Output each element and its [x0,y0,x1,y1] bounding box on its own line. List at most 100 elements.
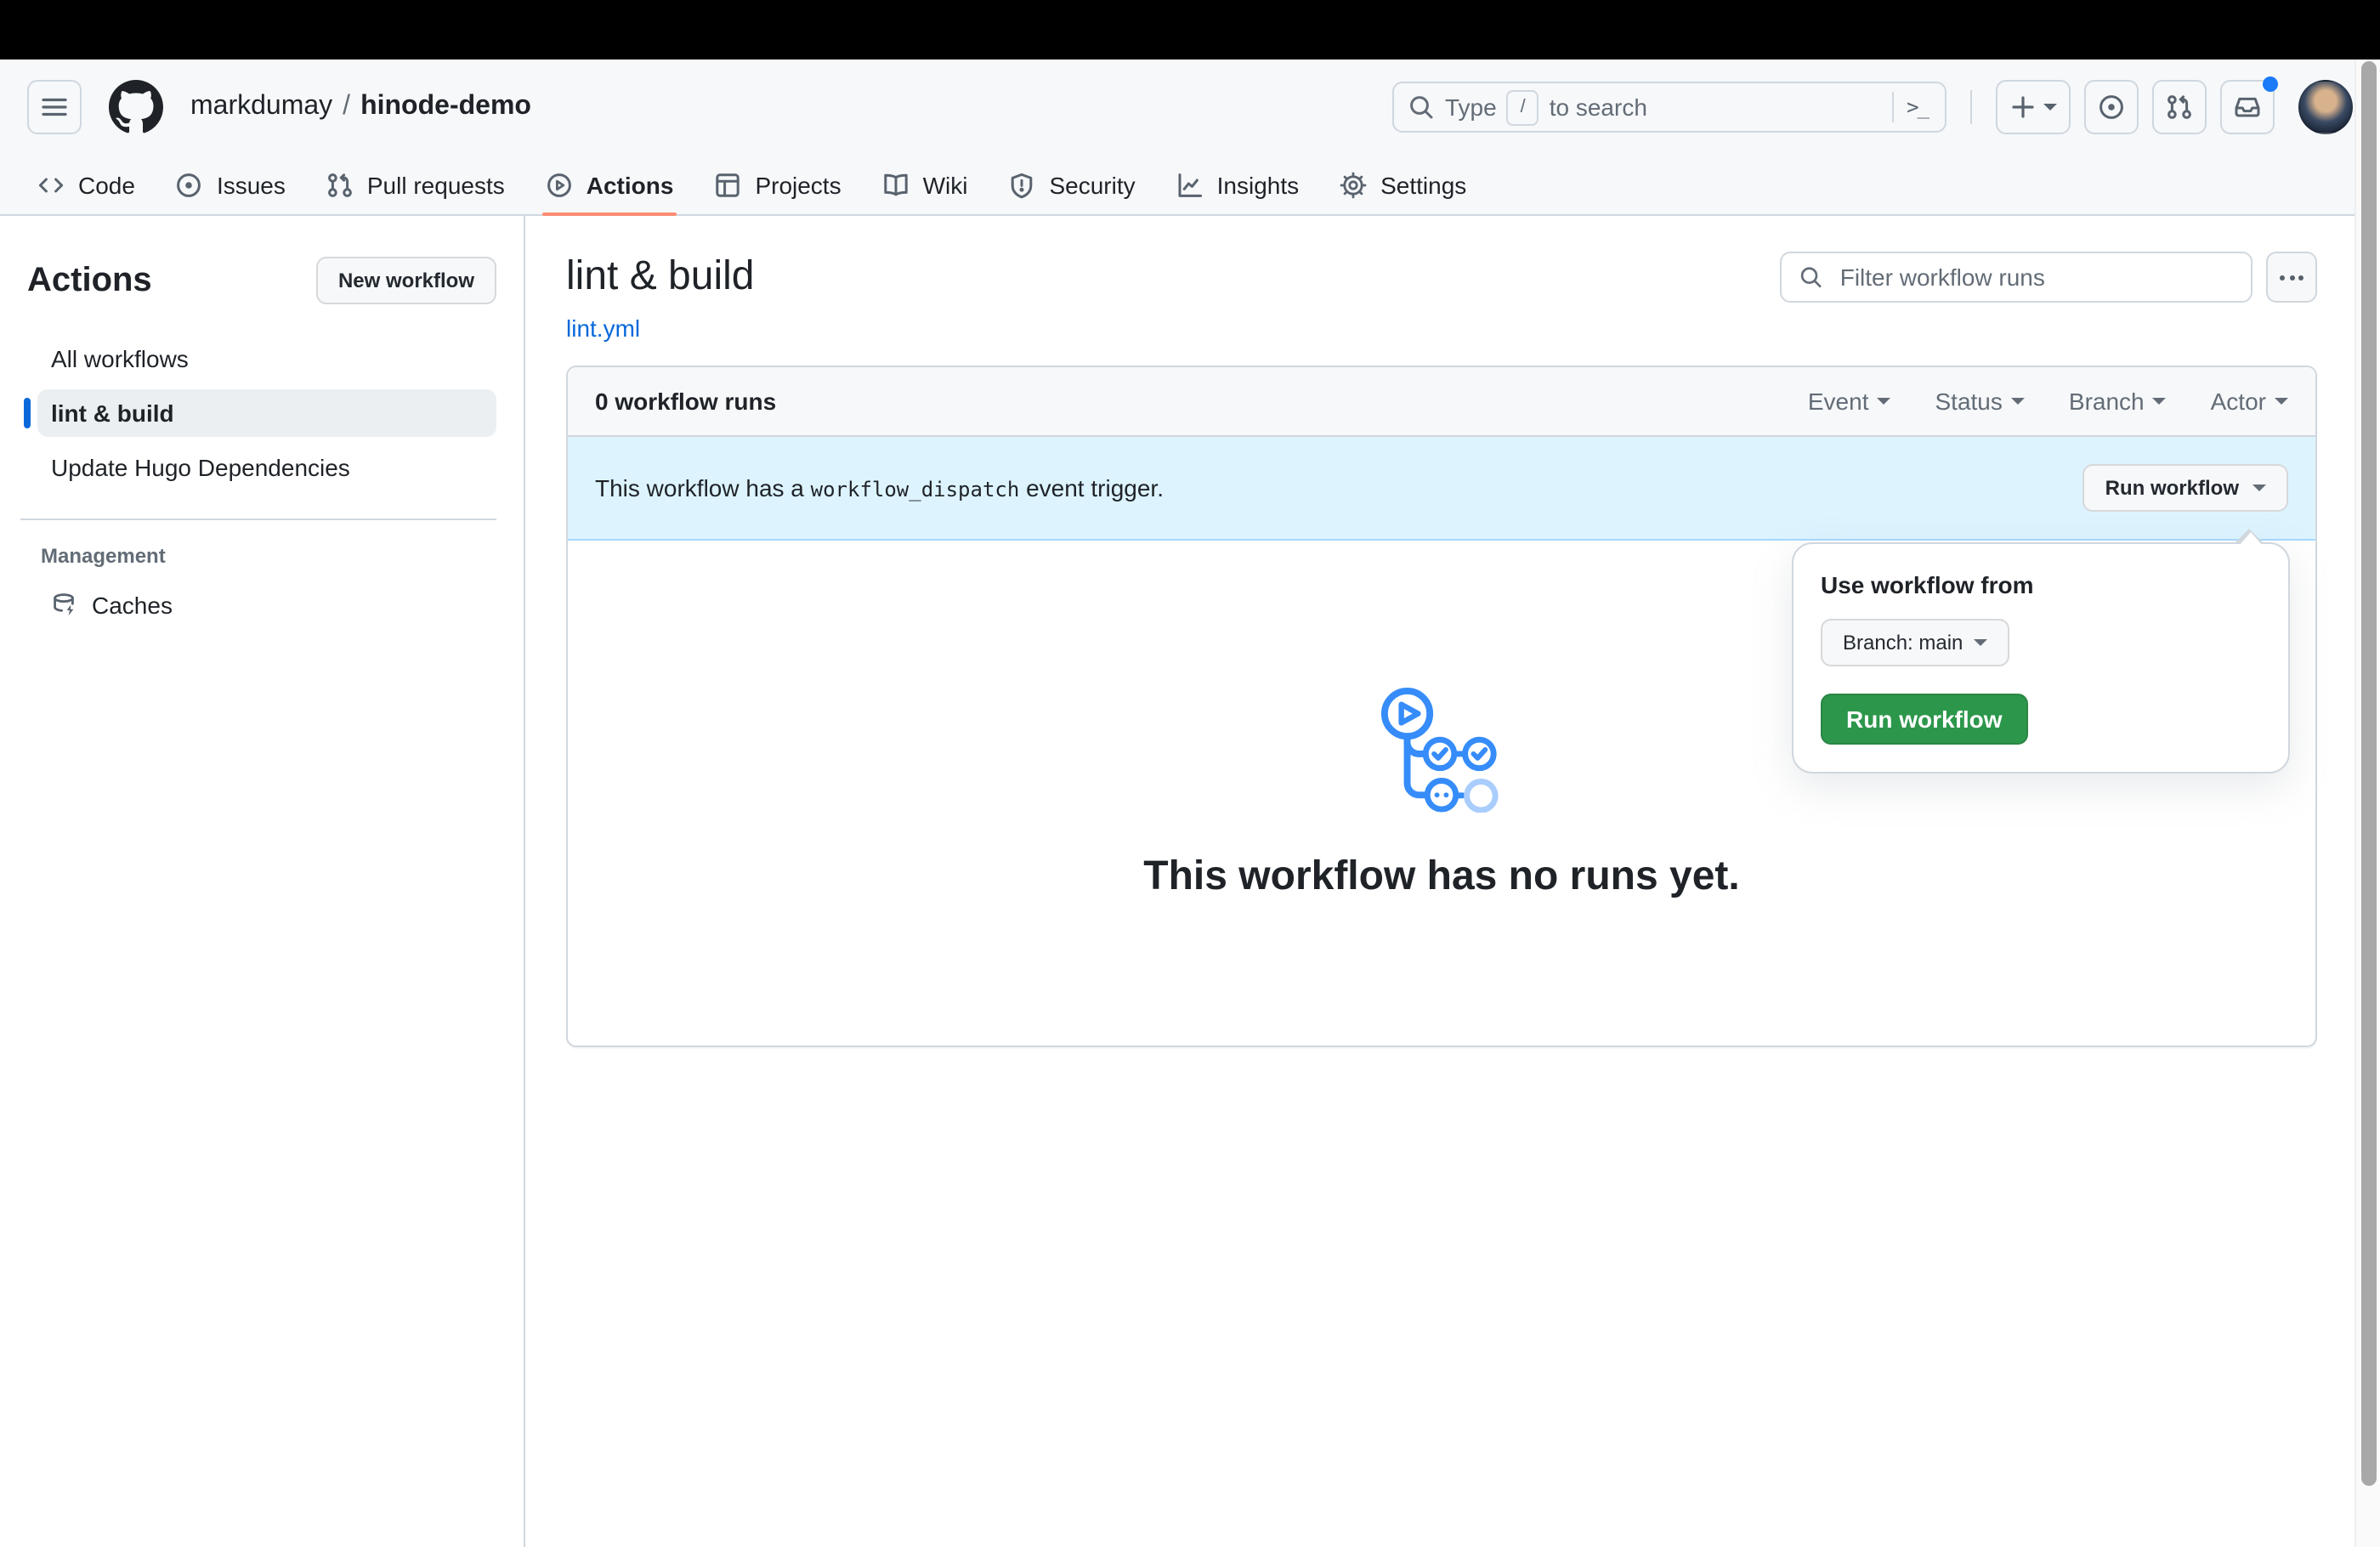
avatar[interactable] [2298,80,2353,134]
git-pull-request-icon [326,171,354,198]
breadcrumb: markdumay / hinode-demo [190,92,531,122]
book-icon [882,171,910,198]
tab-label: Settings [1380,171,1467,198]
repo-nav: Code Issues Pull requests Actions Projec… [0,155,2380,216]
graph-icon [1176,171,1204,198]
page-scrollbar-track[interactable] [2354,60,2380,1547]
tab-code[interactable]: Code [20,155,152,214]
slash-key-hint: / [1506,89,1539,125]
sidebar-item-update-hugo-dependencies[interactable]: Update Hugo Dependencies [37,444,496,491]
branch-filter-dropdown[interactable]: Branch [2069,388,2167,415]
sidebar-item-label: Caches [92,592,173,619]
filter-workflow-runs-input[interactable] [1836,262,2234,292]
workflow-file-link[interactable]: lint.yml [566,314,640,342]
unread-notification-dot [2263,76,2278,92]
plus-icon [2012,96,2034,118]
header-divider [1970,90,1972,124]
hamburger-menu-button[interactable] [27,80,82,134]
run-filters: Event Status Branch Actor [1808,388,2288,415]
run-workflow-submit-button[interactable]: Run workflow [1821,694,2028,745]
workflow-options-kebab-button[interactable] [2266,252,2317,303]
sidebar-item-caches[interactable]: Caches [37,581,496,629]
tab-label: Actions [586,171,674,198]
chevron-down-icon [1877,398,1891,405]
runs-card-header: 0 workflow runs Event Status Branch Acto… [568,367,2315,437]
event-filter-dropdown[interactable]: Event [1808,388,1891,415]
github-logo[interactable] [109,80,163,134]
gear-icon [1340,171,1367,198]
git-pull-request-icon [2168,95,2191,119]
site-header: markdumay / hinode-demo Type / to search… [0,60,2380,216]
kebab-icon [2280,275,2285,280]
breadcrumb-owner[interactable]: markdumay [190,92,332,122]
branch-select-button[interactable]: Branch: main [1821,619,2009,666]
tab-label: Security [1049,171,1136,198]
workflow-dispatch-code: workflow_dispatch [810,478,1020,502]
workflow-list: All workflows lint & build Update Hugo D… [24,335,496,491]
sidebar-item-label: All workflows [51,345,189,372]
management-section-title: Management [41,544,166,568]
chevron-down-icon [2010,398,2025,405]
tab-label: Code [78,171,135,198]
chevron-down-icon [2152,398,2167,405]
filter-workflow-runs-field[interactable] [1780,252,2252,303]
create-new-button[interactable] [1996,80,2071,134]
search-icon [1410,96,1433,119]
run-workflow-dropdown-button[interactable]: Run workflow [2082,464,2288,512]
hamburger-icon [42,98,67,116]
search-placeholder-suffix: to search [1549,94,1647,121]
tab-label: Projects [755,171,842,198]
sidebar-divider [20,518,496,520]
cache-database-icon [51,592,78,619]
sidebar-item-all-workflows[interactable]: All workflows [37,335,496,382]
issues-dashboard-button[interactable] [2084,80,2139,134]
tab-projects[interactable]: Projects [697,155,858,214]
sidebar-item-lint-and-build[interactable]: lint & build [24,389,496,437]
tab-security[interactable]: Security [991,155,1152,214]
chevron-down-icon [2252,484,2266,491]
table-icon [714,171,741,198]
page-title: lint & build [566,253,755,299]
issue-opened-icon [176,171,203,198]
notifications-inbox-button[interactable] [2220,76,2278,134]
tab-label: Wiki [922,171,968,198]
tab-issues[interactable]: Issues [159,155,303,214]
empty-state-message: This workflow has no runs yet. [1143,853,1740,898]
sidebar-item-label: Update Hugo Dependencies [51,454,350,481]
search-divider [1891,92,1894,122]
tab-pull-requests[interactable]: Pull requests [309,155,522,214]
tab-label: Pull requests [366,171,505,198]
chevron-down-icon [2275,398,2288,405]
tab-insights[interactable]: Insights [1159,155,1317,214]
new-workflow-button[interactable]: New workflow [315,257,496,304]
tab-actions[interactable]: Actions [529,155,691,216]
command-palette-icon[interactable]: >_ [1903,95,1931,119]
pull-requests-dashboard-button[interactable] [2152,80,2207,134]
run-workflow-panel-title: Use workflow from [1821,571,2034,598]
banner-text: This workflow has a workflow_dispatch ev… [595,474,1164,502]
code-icon [37,171,65,198]
sidebar-item-label: lint & build [51,400,174,427]
run-workflow-panel: Use workflow from Branch: main Run workf… [1792,529,2290,774]
page-scrollbar-thumb[interactable] [2361,61,2377,1486]
tab-settings[interactable]: Settings [1323,155,1483,214]
sidebar-title: Actions [27,261,152,298]
tab-label: Insights [1216,171,1300,198]
actor-filter-dropdown[interactable]: Actor [2211,388,2288,415]
shield-icon [1008,171,1035,198]
status-filter-dropdown[interactable]: Status [1935,388,2025,415]
workflow-illustration-icon [1380,686,1499,812]
breadcrumb-repo[interactable]: hinode-demo [360,92,531,122]
search-icon [1800,267,1822,288]
actions-sidebar: Actions New workflow All workflows lint … [0,216,525,1547]
global-search-input[interactable]: Type / to search >_ [1392,82,1946,133]
workflow-dispatch-banner: This workflow has a workflow_dispatch ev… [568,437,2315,541]
breadcrumb-separator: / [343,92,351,121]
tab-wiki[interactable]: Wiki [865,155,985,214]
runs-count: 0 workflow runs [595,388,777,415]
issue-opened-icon [2100,95,2123,119]
search-placeholder-prefix: Type [1445,94,1497,121]
play-icon [546,171,573,198]
main-panel: lint & build lint.yml Filter workflow ru… [525,216,2380,1547]
tab-label: Issues [216,171,286,198]
